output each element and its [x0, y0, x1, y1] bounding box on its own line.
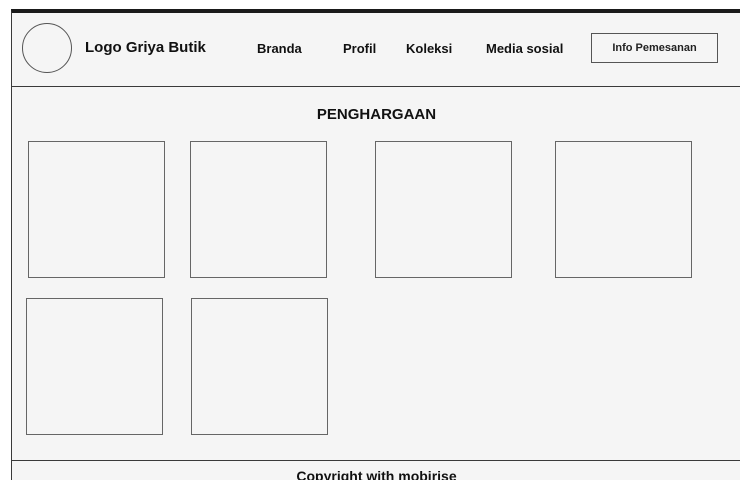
nav-link-profil[interactable]: Profil: [343, 41, 376, 56]
award-image-placeholder: [375, 141, 512, 278]
navbar: Logo Griya Butik Branda Profil Koleksi M…: [12, 13, 740, 87]
page-title: PENGHARGAAN: [316, 106, 437, 123]
info-pemesanan-button[interactable]: Info Pemesanan: [591, 33, 718, 63]
copyright-text: Copyright with mobirise: [296, 468, 457, 480]
award-image-placeholder: [28, 141, 165, 278]
nav-link-koleksi[interactable]: Koleksi: [406, 41, 452, 56]
brand-name[interactable]: Logo Griya Butik: [85, 39, 206, 56]
logo-circle-icon[interactable]: [22, 23, 72, 73]
footer: Copyright with mobirise: [12, 460, 740, 480]
award-image-placeholder: [191, 298, 328, 435]
award-image-placeholder: [26, 298, 163, 435]
award-image-placeholder: [555, 141, 692, 278]
award-image-placeholder: [190, 141, 327, 278]
nav-link-branda[interactable]: Branda: [257, 41, 302, 56]
nav-link-media-sosial[interactable]: Media sosial: [486, 41, 563, 56]
page-frame: Logo Griya Butik Branda Profil Koleksi M…: [11, 9, 740, 480]
